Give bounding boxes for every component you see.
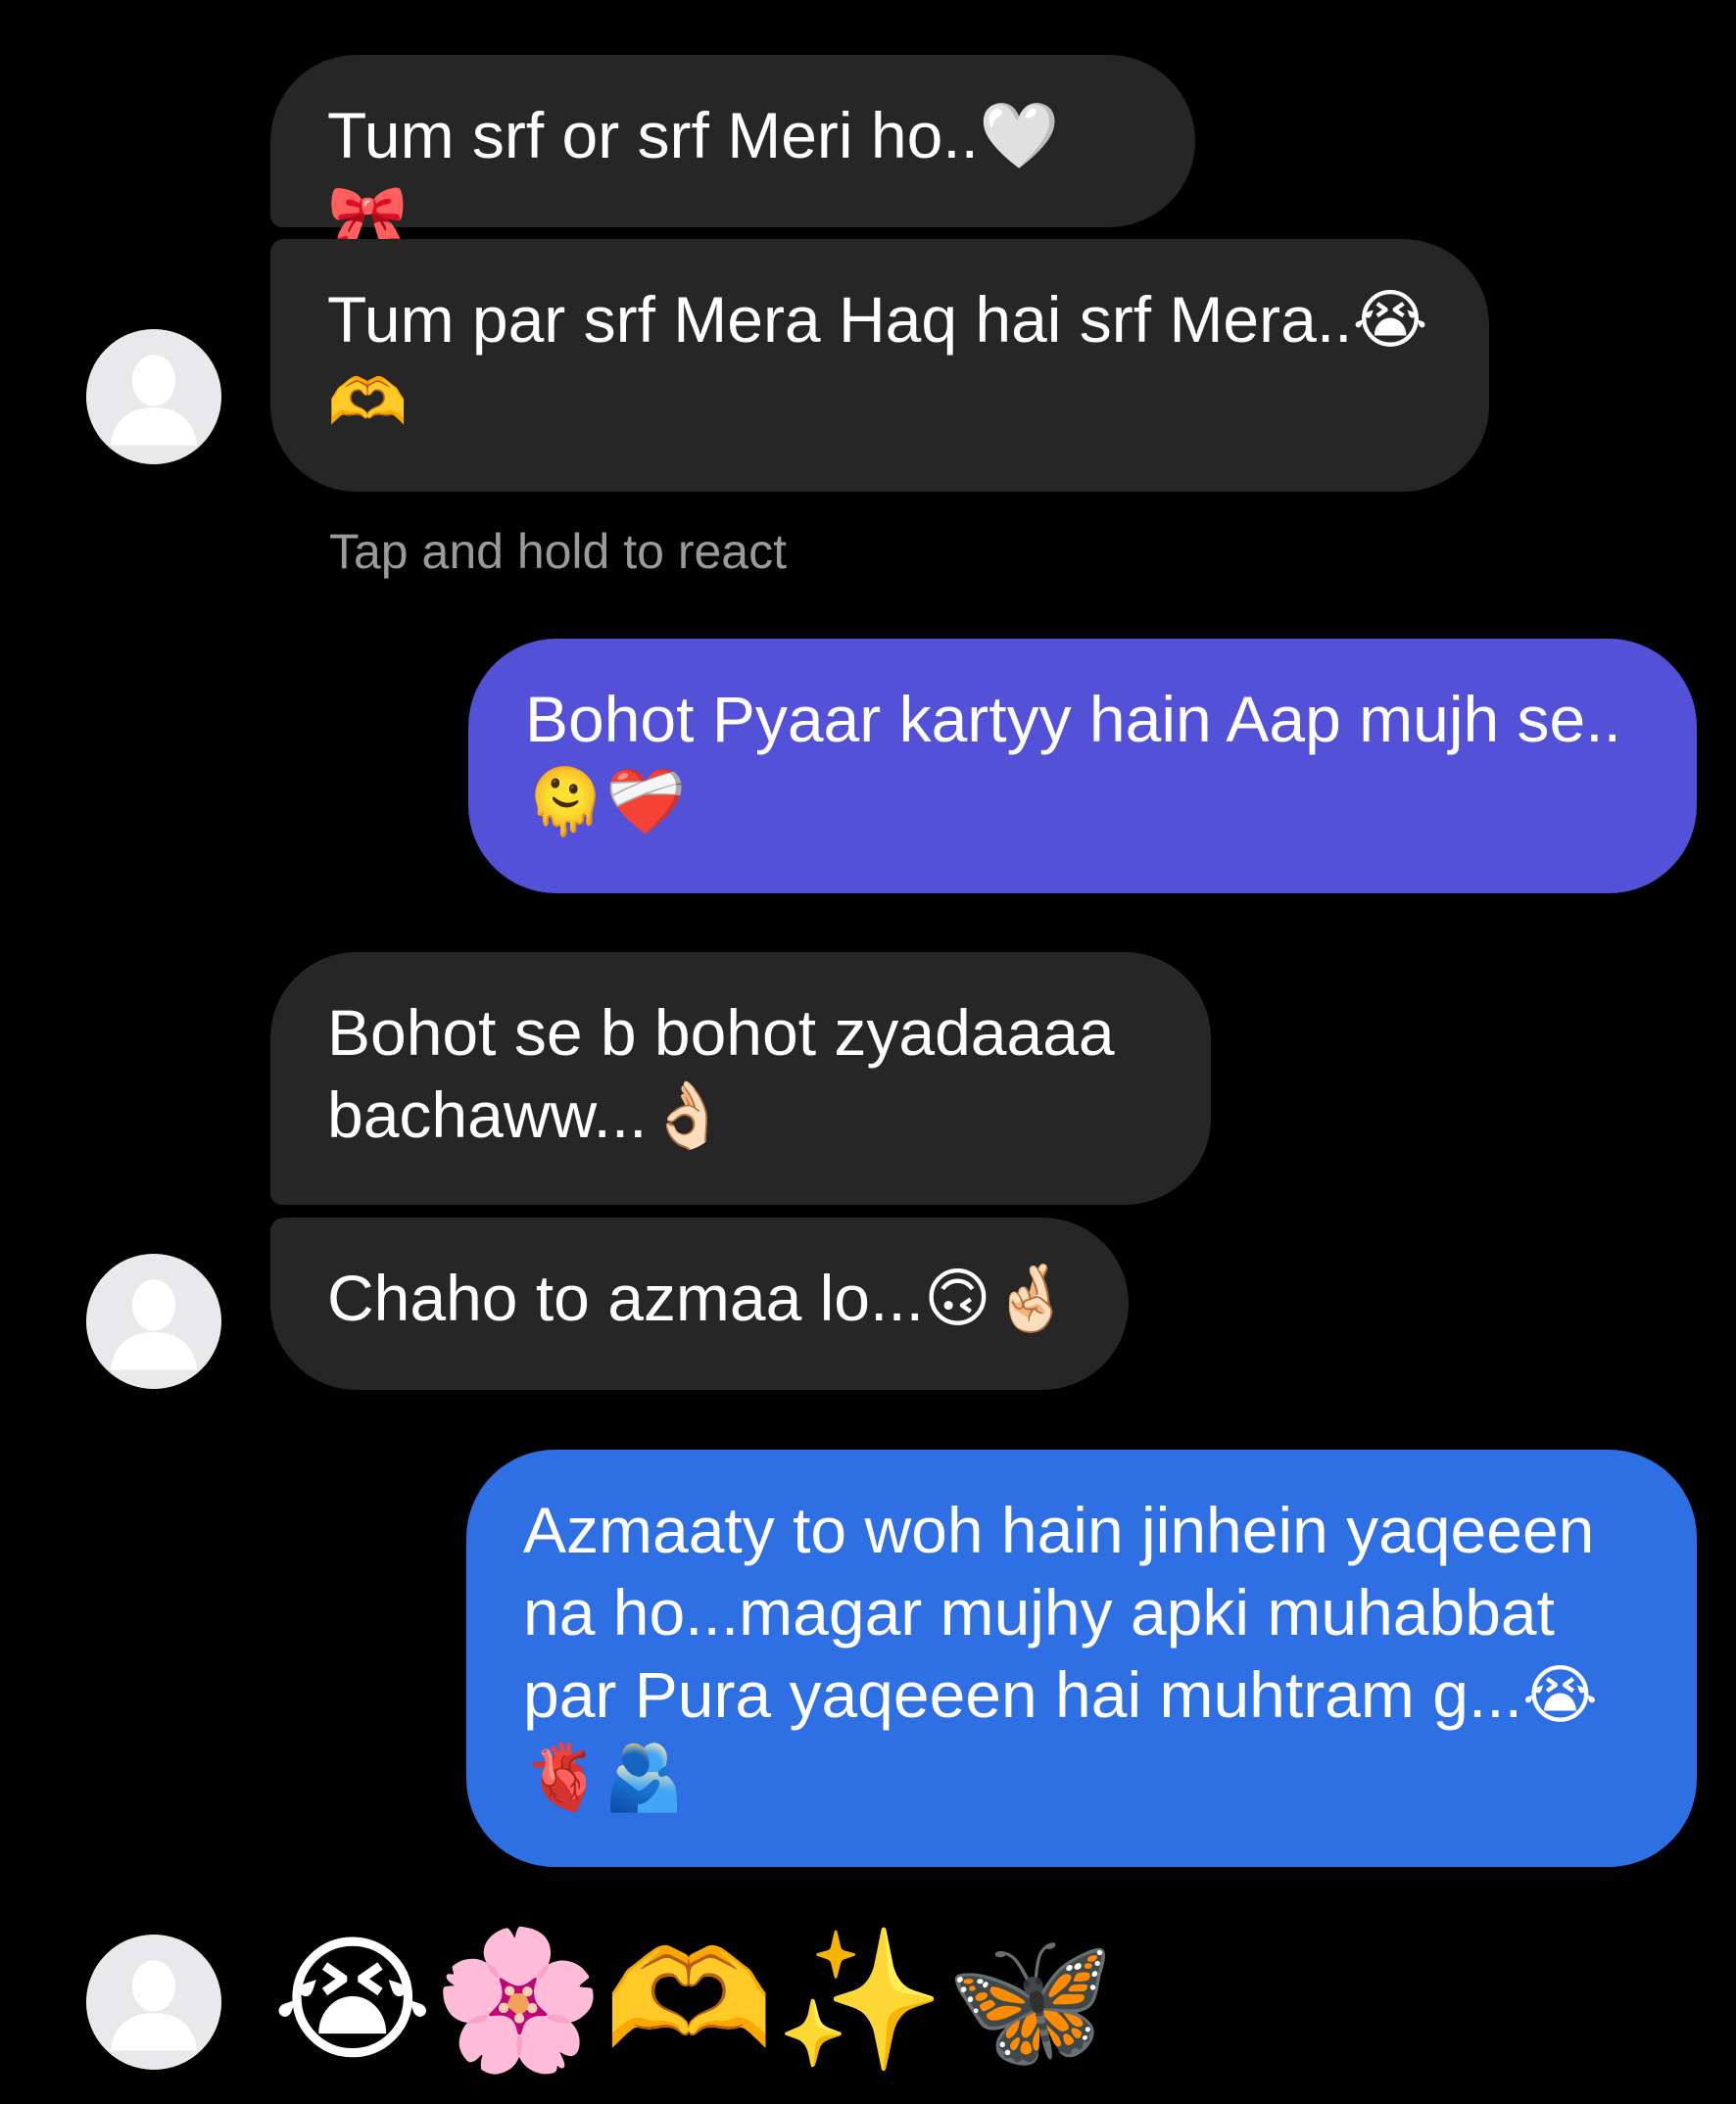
sender-avatar[interactable]	[86, 1254, 221, 1389]
incoming-message-bubble[interactable]: Tum srf or srf Meri ho..🤍🎀	[270, 55, 1195, 254]
message-text: Bohot se b bohot zyadaaaa bachaww...👌🏻	[327, 996, 1115, 1151]
message-text: Chaho to azmaa lo...🙃🤞🏻	[327, 1262, 1072, 1334]
sender-avatar[interactable]	[86, 329, 221, 464]
outgoing-message-bubble[interactable]: Azmaaty to woh hain jinhein yaqeeen na h…	[466, 1450, 1697, 1867]
outgoing-message-bubble[interactable]: Bohot Pyaar kartyy hain Aap mujh se..🫠❤️…	[468, 639, 1697, 893]
incoming-message-bubble[interactable]: Chaho to azmaa lo...🙃🤞🏻	[270, 1218, 1129, 1390]
tap-and-hold-hint: Tap and hold to react	[329, 524, 787, 579]
message-text: Azmaaty to woh hain jinhein yaqeeen na h…	[523, 1494, 1599, 1813]
message-text: Tum par srf Mera Haq hai srf Mera..😭🫶	[327, 283, 1428, 438]
message-text: Tum srf or srf Meri ho..🤍🎀	[327, 99, 1060, 254]
incoming-message-bubble[interactable]: Bohot se b bohot zyadaaaa bachaww...👌🏻	[270, 952, 1211, 1205]
default-user-avatar-icon	[86, 1254, 221, 1389]
message-text: Bohot Pyaar kartyy hain Aap mujh se..🫠❤️…	[525, 683, 1621, 837]
default-user-avatar-icon	[86, 329, 221, 464]
emoji-only-message[interactable]: 😭🌸🫶✨🦋	[272, 1918, 1116, 2084]
incoming-message-bubble[interactable]: Tum par srf Mera Haq hai srf Mera..😭🫶	[270, 239, 1489, 492]
sender-avatar[interactable]	[86, 1935, 221, 2070]
default-user-avatar-icon	[86, 1935, 221, 2070]
